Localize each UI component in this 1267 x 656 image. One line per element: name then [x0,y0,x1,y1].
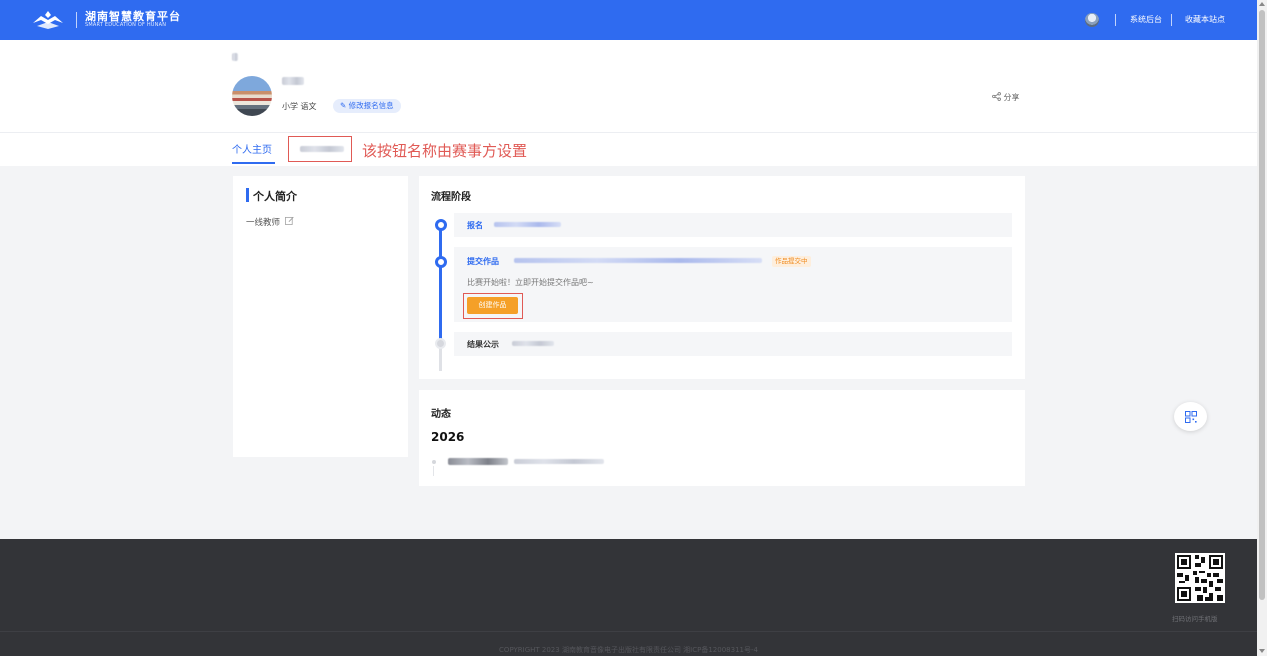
redacted-step-info [514,258,762,263]
create-work-button[interactable]: 创建作品 [467,297,518,314]
timeline-node-icon [434,219,447,231]
tab-contest-defined[interactable] [288,136,352,162]
step-registration: 报名 [454,213,1012,237]
redacted-user-name [282,77,304,85]
page-scrollbar[interactable] [1257,0,1267,656]
header-divider [1115,14,1116,26]
edit-registration-label: 修改报名信息 [348,101,394,110]
scrollbar-thumb[interactable] [1259,10,1265,600]
bookmark-site-link[interactable]: 收藏本站点 [1185,14,1225,25]
timeline-dot [432,460,436,464]
intro-text: 一线教师 [246,218,281,228]
redacted-breadcrumb [232,53,238,61]
dynamics-title: 动态 [431,409,451,420]
tabs-divider [0,132,1257,133]
share-button[interactable]: 分享 [992,92,1020,103]
footer-divider [0,631,1257,632]
step-label: 报名 [467,221,483,230]
header-divider [1171,14,1172,26]
dynamics-year: 2026 [431,430,465,444]
copyright-text: COPYRIGHT 2023 湖南教育音像电子出版社有限责任公司 湘ICP备12… [499,646,758,654]
section-accent-bar [246,188,249,202]
share-label: 分享 [1003,93,1020,102]
profile-section: 小学 语文 ✎ 修改报名信息 分享 个人主页 该按钮名称由赛事方设置 [0,40,1257,166]
step-description: 比赛开始啦！立即开始提交作品吧~ [467,278,594,287]
active-tab-indicator [232,162,275,164]
intro-title: 个人简介 [253,190,297,203]
intro-card: 个人简介 一线教师 [233,176,408,457]
process-card: 流程阶段 报名 提交作品 作品提交中 比赛开始啦！立即开始提交作品吧~ 创建作品… [419,176,1025,379]
timeline-line-active [439,223,442,339]
qr-code-icon [1184,410,1197,423]
step-label: 结果公示 [467,340,499,349]
page-footer: 扫码访问手机版 COPYRIGHT 2023 湖南教育音像电子出版社有限责任公司… [0,539,1257,656]
redacted-tab-label [300,146,344,152]
dynamics-card: 动态 2026 [419,390,1025,486]
redacted-activity-info [514,459,604,464]
share-icon [992,92,1001,101]
redacted-activity-title [448,458,508,465]
user-avatar[interactable] [1085,13,1099,27]
create-work-highlight: 创建作品 [463,293,523,319]
scroll-up-arrow-icon[interactable] [1259,2,1265,6]
edit-icon[interactable] [285,216,294,225]
step-label: 提交作品 [467,257,499,266]
profile-avatar [232,76,272,116]
mobile-qr-code [1175,553,1225,603]
admin-backend-link[interactable]: 系统后台 [1130,14,1162,25]
pencil-icon: ✎ [340,101,349,110]
redacted-step-info [494,222,561,227]
timeline-node-icon [434,256,447,268]
edit-registration-button[interactable]: ✎ 修改报名信息 [333,99,401,113]
tab-personal-home[interactable]: 个人主页 [232,141,272,156]
logo-divider [76,12,77,28]
step-result-announcement: 结果公示 [454,332,1012,356]
step-submit-work: 提交作品 作品提交中 比赛开始啦！立即开始提交作品吧~ 创建作品 [454,247,1012,322]
platform-logo-icon[interactable] [32,10,64,30]
top-header: 湖南智慧教育平台 SMART EDUCATION OF HUNAN 系统后台 收… [0,0,1257,40]
site-subtitle: SMART EDUCATION OF HUNAN [85,22,167,28]
floating-tool-button[interactable] [1174,402,1207,431]
qr-caption: 扫码访问手机版 [1172,615,1218,623]
annotation-note: 该按钮名称由赛事方设置 [362,142,528,160]
profile-grade-subject: 小学 语文 [282,102,317,111]
redacted-step-info [512,341,554,346]
timeline-line [433,466,434,476]
process-title: 流程阶段 [431,192,471,203]
timeline-node-icon [435,338,446,349]
scroll-down-arrow-icon[interactable] [1259,649,1265,653]
status-badge: 作品提交中 [772,256,811,267]
